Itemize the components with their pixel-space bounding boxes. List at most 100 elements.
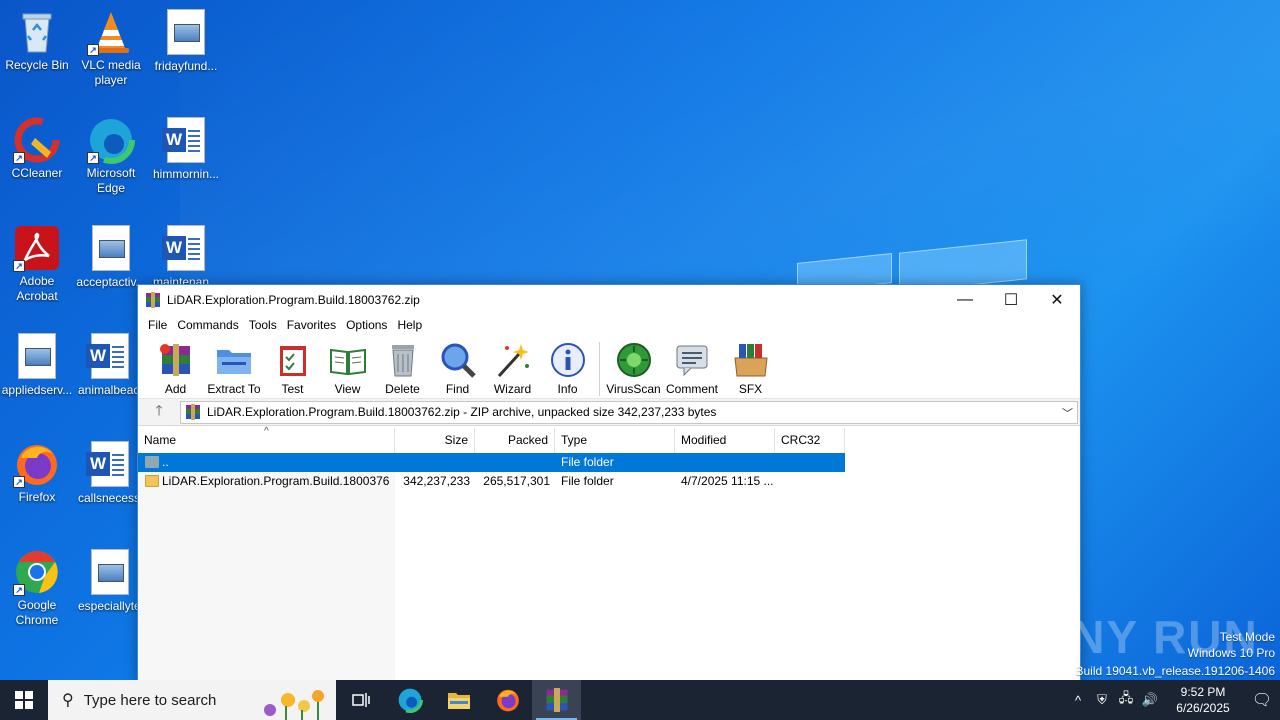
network-icon[interactable]: 🖧 bbox=[1114, 689, 1138, 711]
chevron-up-icon[interactable]: ^ bbox=[1066, 693, 1090, 708]
title-bar[interactable]: LiDAR.Exploration.Program.Build.18003762… bbox=[138, 285, 1080, 314]
acrobat-icon: ↗ bbox=[13, 224, 61, 272]
column-header-size[interactable]: Size bbox=[395, 428, 475, 453]
add-button[interactable]: Add bbox=[148, 340, 203, 396]
test-button[interactable]: Test bbox=[265, 340, 320, 396]
task-view-icon bbox=[351, 693, 370, 707]
column-header-crc32[interactable]: CRC32 bbox=[775, 428, 845, 453]
windows-edition-text: Windows 10 Pro bbox=[1187, 646, 1275, 660]
menu-options[interactable]: Options bbox=[341, 318, 392, 332]
table-row-parent[interactable]: .. File folder bbox=[138, 453, 845, 472]
chevron-down-icon[interactable]: ﹀ bbox=[1062, 405, 1073, 421]
desktop-icon-label: Google Chrome bbox=[15, 598, 59, 627]
desktop-icon-firefox[interactable]: ↗ Firefox bbox=[0, 440, 74, 505]
edge-icon bbox=[396, 687, 423, 713]
view-button[interactable]: View bbox=[320, 340, 375, 396]
close-button[interactable]: ✕ bbox=[1034, 285, 1080, 314]
desktop-icon-acceptactiv[interactable]: acceptactiv... bbox=[74, 224, 148, 290]
minimize-button[interactable]: — bbox=[942, 285, 988, 314]
desktop-icon-acrobat[interactable]: ↗ Adobe Acrobat bbox=[0, 224, 74, 304]
winrar-archive-icon bbox=[186, 404, 200, 420]
toolbar: Add Extract To Test View Delete Find Wiz… bbox=[138, 336, 1080, 399]
row-modified: 4/7/2025 11:15 ... bbox=[681, 474, 774, 488]
address-bar: 🡑 LiDAR.Exploration.Program.Build.180037… bbox=[138, 399, 1080, 426]
desktop-icon-label: appliedserv... bbox=[1, 383, 73, 397]
desktop-icon-label: fridayfund... bbox=[154, 59, 218, 73]
up-arrow-icon[interactable]: 🡑 bbox=[138, 400, 180, 424]
find-button[interactable]: Find bbox=[430, 340, 485, 396]
menu-file[interactable]: File bbox=[143, 318, 172, 332]
address-field[interactable]: LiDAR.Exploration.Program.Build.18003762… bbox=[180, 400, 1078, 424]
column-header-type[interactable]: Type bbox=[555, 428, 675, 453]
extract-to-button[interactable]: Extract To bbox=[203, 340, 265, 396]
clock-time: 9:52 PM bbox=[1180, 685, 1226, 699]
edge-icon: ↗ bbox=[87, 116, 135, 164]
desktop-icon-label: callsnecess... bbox=[78, 491, 137, 505]
desktop-icon-recycle-bin[interactable]: Recycle Bin bbox=[0, 8, 74, 73]
desktop-icon-callsnecess[interactable]: W callsnecess... bbox=[74, 440, 137, 506]
winrar-app-icon bbox=[146, 291, 160, 308]
column-header-label: Name bbox=[144, 433, 177, 447]
desktop-icon-vlc[interactable]: ↗ VLC media player bbox=[74, 8, 148, 88]
virus-scan-icon bbox=[616, 343, 651, 377]
menu-help[interactable]: Help bbox=[392, 318, 427, 332]
column-header-packed[interactable]: Packed bbox=[475, 428, 555, 453]
desktop-icon-animalbeac[interactable]: W animalbeac... bbox=[74, 332, 137, 398]
desktop-icon-edge[interactable]: ↗ Microsoft Edge bbox=[74, 116, 148, 196]
desktop-icon-label: Firefox bbox=[18, 490, 56, 504]
taskbar-file-explorer[interactable] bbox=[434, 680, 483, 720]
taskbar: ⚲ Type here to search ^ ⛨ 🖧 🔊 9:52 PM 6/… bbox=[0, 680, 1280, 720]
view-book-icon bbox=[329, 348, 366, 376]
shortcut-arrow-icon: ↗ bbox=[13, 152, 25, 164]
address-text: LiDAR.Exploration.Program.Build.18003762… bbox=[207, 405, 717, 419]
window-title: LiDAR.Exploration.Program.Build.18003762… bbox=[167, 292, 420, 307]
word-document-icon: W bbox=[86, 441, 134, 489]
column-header-name[interactable]: ^ Name bbox=[138, 426, 395, 453]
comment-button[interactable]: Comment bbox=[661, 340, 723, 396]
desktop-icon-maintenan[interactable]: W maintenan... bbox=[149, 224, 223, 284]
desktop-icon-especiallyte[interactable]: especiallyte... bbox=[74, 548, 137, 614]
menu-tools[interactable]: Tools bbox=[244, 318, 282, 332]
maximize-button[interactable]: ☐ bbox=[988, 285, 1034, 314]
start-button[interactable] bbox=[0, 680, 48, 720]
extract-to-label: Extract To bbox=[207, 382, 261, 396]
taskbar-edge[interactable] bbox=[385, 680, 434, 720]
taskbar-firefox[interactable] bbox=[483, 680, 532, 720]
row-name: .. bbox=[162, 455, 169, 469]
winrar-app-icon bbox=[546, 688, 567, 712]
taskbar-winrar[interactable] bbox=[532, 680, 581, 720]
menu-commands[interactable]: Commands bbox=[172, 318, 243, 332]
virusscan-button[interactable]: VirusScan bbox=[606, 340, 661, 396]
delete-button[interactable]: Delete bbox=[375, 340, 430, 396]
trash-icon bbox=[391, 345, 414, 377]
column-header-modified[interactable]: Modified bbox=[675, 428, 775, 453]
desktop-icon-himmornin[interactable]: W himmornin... bbox=[149, 116, 223, 182]
virusscan-label: VirusScan bbox=[606, 382, 661, 396]
taskbar-search-box[interactable]: ⚲ Type here to search bbox=[48, 680, 336, 720]
word-document-icon: W bbox=[162, 225, 210, 273]
sfx-box-icon bbox=[733, 344, 768, 377]
desktop-icon-ccleaner[interactable]: ↗ CCleaner bbox=[0, 116, 74, 181]
notification-icon[interactable]: 🗨 bbox=[1244, 690, 1280, 710]
clock[interactable]: 9:52 PM 6/26/2025 bbox=[1168, 684, 1238, 716]
task-view-button[interactable] bbox=[336, 680, 385, 720]
row-size: 342,237,233 bbox=[403, 474, 470, 488]
desktop-icon-fridayfund[interactable]: fridayfund... bbox=[149, 8, 223, 74]
security-icon[interactable]: ⛨ bbox=[1090, 692, 1114, 708]
wizard-button[interactable]: Wizard bbox=[485, 340, 540, 396]
volume-icon[interactable]: 🔊 bbox=[1138, 692, 1162, 708]
recycle-bin-icon bbox=[13, 8, 61, 56]
sfx-button[interactable]: SFX bbox=[723, 340, 778, 396]
build-text: Build 19041.vb_release.191206-1406 bbox=[1075, 664, 1276, 678]
winrar-window[interactable]: LiDAR.Exploration.Program.Build.18003762… bbox=[137, 284, 1081, 684]
desktop-icon-label: VLC media player bbox=[81, 58, 141, 87]
file-list[interactable]: ^ Name Size Packed Type Modified CRC32 .… bbox=[138, 426, 1080, 683]
table-row[interactable]: LiDAR.Exploration.Program.Build.18003762… bbox=[138, 472, 845, 491]
info-button[interactable]: Info bbox=[540, 340, 595, 396]
desktop-icon-chrome[interactable]: ↗ Google Chrome bbox=[0, 548, 74, 628]
extract-folder-icon bbox=[217, 350, 251, 374]
delete-label: Delete bbox=[385, 382, 420, 396]
menu-favorites[interactable]: Favorites bbox=[282, 318, 341, 332]
shortcut-arrow-icon: ↗ bbox=[13, 476, 25, 488]
desktop-icon-appliedserv[interactable]: appliedserv... bbox=[0, 332, 74, 398]
